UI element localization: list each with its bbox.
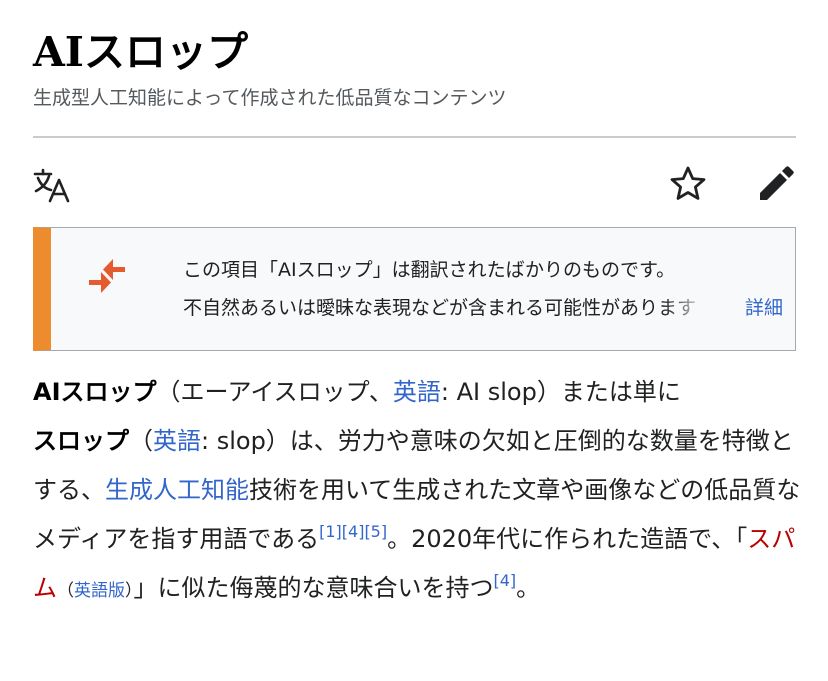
reference-4b[interactable]: [4]: [494, 571, 517, 590]
text-run: 。: [516, 574, 541, 602]
reference-5[interactable]: [5]: [364, 522, 387, 541]
term-bold: AIスロップ: [33, 378, 157, 406]
translation-notice: この項目「AIスロップ」は翻訳されたばかりのものです。 不自然あるいは曖昧な表現…: [33, 227, 796, 351]
notice-text-line1: この項目「AIスロップ」は翻訳されたばかりのものです。: [183, 259, 676, 281]
english-link[interactable]: 英語: [393, 378, 441, 406]
reference-1[interactable]: [1]: [319, 522, 342, 541]
reference-4[interactable]: [4]: [342, 522, 365, 541]
english-link-2[interactable]: 英語: [153, 427, 201, 455]
notice-text-line2: 不自然あるいは曖昧な表現などが含まれる可能性があります: [183, 297, 697, 319]
term2-bold: スロップ: [33, 427, 129, 455]
page-description: 生成型人工知能によって作成された低品質なコンテンツ: [33, 87, 507, 109]
article-page: AIスロップ 生成型人工知能によって作成された低品質なコンテンツ この項目「AI…: [0, 0, 828, 681]
notice-details-link[interactable]: 詳細: [745, 292, 783, 324]
interlanguage-close: ）: [125, 581, 134, 601]
text-run: 。2020年代に作られた造語で、「: [387, 525, 748, 553]
page-title: AIスロップ: [33, 28, 248, 76]
translation-arrows-icon: [89, 259, 125, 293]
title-divider: [33, 136, 796, 138]
text-run: （: [129, 427, 153, 455]
article-lead-paragraph: AIスロップ（エーアイスロップ、英語: AI slop）または単に スロップ（英語…: [33, 368, 803, 616]
notice-text-fade: [663, 292, 723, 324]
text-run: （エーアイスロップ、: [156, 378, 393, 406]
interlanguage-open: （: [57, 581, 74, 601]
english-version-link[interactable]: 英語版: [74, 581, 125, 601]
generative-ai-link[interactable]: 生成人工知能: [105, 476, 249, 504]
text-run: 」に似た侮蔑的な意味合いを持つ: [133, 574, 494, 602]
pencil-icon[interactable]: [756, 164, 796, 204]
text-run: : AI slop）または単に: [440, 378, 681, 406]
language-icon[interactable]: [32, 168, 72, 204]
star-icon[interactable]: [668, 164, 708, 204]
